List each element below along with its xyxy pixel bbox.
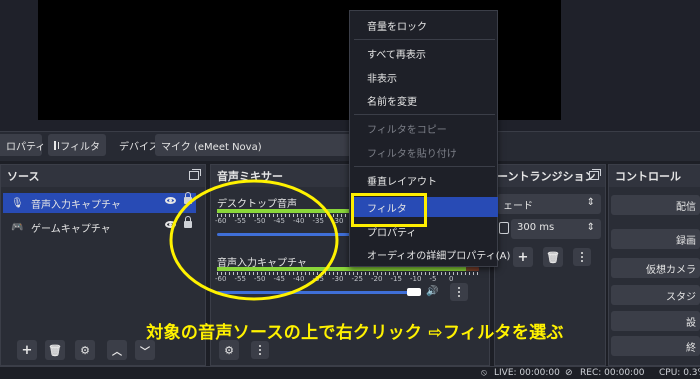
rec-timer: REC: 00:00:00 [580,368,645,378]
trash-icon: 🗑 [546,250,560,264]
chevron-down-icon: ﹀ [140,346,150,358]
mic-channel-menu-button[interactable] [450,283,468,301]
cpu-usage: CPU: 0.3% [659,368,700,378]
status-bar: ⦸ LIVE: 00:00:00 ⊘ REC: 00:00:00 CPU: 0.… [0,366,700,379]
menu-item-unhide-all[interactable]: すべて再表示 [351,43,496,63]
device-label: デバイス [119,142,159,153]
source-settings-button[interactable]: ⚙ [75,340,95,360]
highlight-circle-annotation [169,179,339,301]
meter-tick-label: -20 [371,275,383,283]
filter-button[interactable]: フィルタ [48,134,106,156]
sources-dock-title: ソース [7,170,40,183]
source-item-label: ゲームキャプチャ [31,223,111,235]
properties-button[interactable]: ロパティ [0,134,46,156]
live-timer: LIVE: 00:00:00 [494,368,560,378]
transition-type-select[interactable]: ェード ⇕ [497,194,601,214]
plus-icon: + [21,342,33,358]
transitions-header: ーントランジション [495,165,605,187]
transition-duration-input[interactable]: 300 ms ⇕ [511,219,601,239]
gamepad-icon: 🎮 [11,221,24,233]
menu-separator [354,166,495,167]
start-streaming-button[interactable]: 配信 [611,195,700,215]
properties-button-label: ロパティ [6,141,46,153]
move-up-button[interactable]: ︿ [107,340,127,360]
device-select[interactable]: マイク (eMeet Nova) [155,134,370,156]
gear-icon: ⚙ [80,343,90,357]
context-menu: 音量をロック すべて再表示 非表示 名前を変更 フィルタをコピー フィルタを貼り… [349,10,510,267]
start-recording-button[interactable]: 録画 [611,229,700,249]
remove-source-button[interactable]: 🗑 [45,340,65,360]
filter-button-label: フィルタ [60,141,100,153]
transition-type-value: ェード [503,201,533,212]
menu-item-lock-volume[interactable]: 音量をロック [351,15,496,35]
meter-tick-label: -25 [351,275,363,283]
chevron-up-icon: ︿ [112,346,122,358]
plus-icon: + [517,249,529,265]
add-source-button[interactable]: + [17,340,37,360]
speaker-icon[interactable]: 🔊 [426,286,438,297]
control-label: 録画 [676,235,696,247]
control-label: 配信 [676,201,696,213]
remove-transition-button[interactable]: 🗑 [543,247,563,267]
studio-mode-button[interactable]: スタジ [611,285,700,305]
source-item-label: 音声入力キャプチャ [31,199,121,211]
transition-duration-value: 300 ms [517,222,555,233]
duration-clock-icon [499,222,509,234]
updown-icon: ⇕ [586,222,595,233]
mixer-settings-button[interactable]: ⚙ [219,340,239,360]
meter-tick-label: -10 [410,275,422,283]
move-down-button[interactable]: ﹀ [135,340,155,360]
control-label: 仮想カメラ [646,264,696,276]
instruction-caption: 対象の音声ソースの上で右クリック ⇨フィルタを選ぶ [146,323,564,343]
menu-item-hide[interactable]: 非表示 [351,67,496,87]
menu-item-advanced-audio-properties[interactable]: オーディオの詳細プロパティ(A) [351,244,510,264]
highlight-box-annotation [351,193,427,227]
menu-item-vertical-layout[interactable]: 垂直レイアウト [351,170,496,190]
controls-title: コントロール [615,170,681,183]
menu-item-copy-filters: フィルタをコピー [367,124,447,136]
undock-icon[interactable] [589,169,601,180]
transitions-title: ーントランジション [497,170,596,183]
add-transition-button[interactable]: + [513,247,533,267]
menu-separator [354,39,495,40]
controls-header: コントロール [609,165,700,187]
live-status-icon: ⦸ [481,368,487,378]
trash-icon: 🗑 [48,343,62,357]
menu-item-rename[interactable]: 名前を変更 [351,90,496,110]
menu-item-paste-filters: フィルタを貼り付け [367,148,457,160]
control-label: スタジ [666,291,696,303]
virtual-camera-button[interactable]: 仮想カメラ [611,258,700,278]
updown-icon: ⇕ [586,197,595,208]
meter-tick-label: -5 [429,275,437,283]
microphone-icon: 🎙 [11,197,24,209]
filter-icon [54,140,60,150]
mixer-menu-button[interactable] [251,341,269,359]
gear-icon: ⚙ [224,343,234,357]
rec-status-icon: ⊘ [565,368,573,378]
meter-tick-label: 0 [449,275,454,283]
mic-volume-slider-handle[interactable] [407,288,421,296]
meter-tick-label: -15 [390,275,402,283]
transition-menu-button[interactable] [573,248,591,266]
menu-separator [354,114,495,115]
